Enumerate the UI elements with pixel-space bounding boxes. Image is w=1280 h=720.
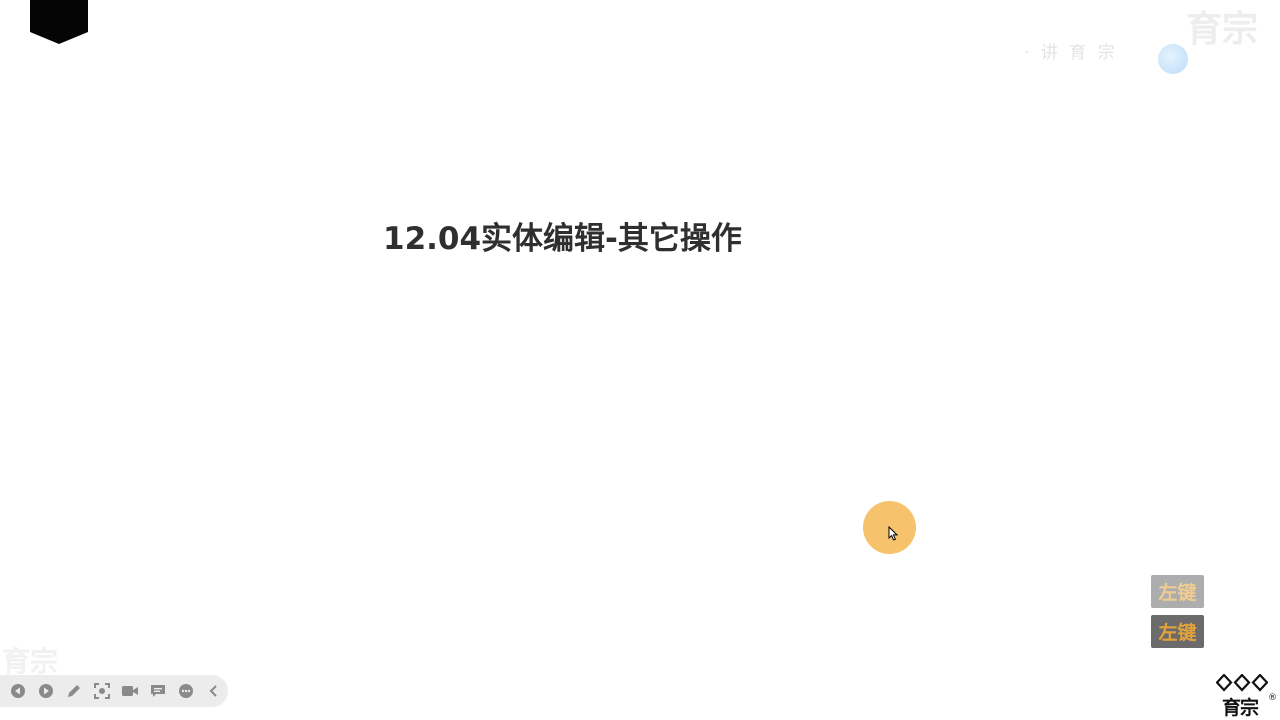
- next-button[interactable]: [32, 677, 60, 705]
- key-indicator-previous: 左键: [1151, 575, 1204, 608]
- previous-icon: [11, 684, 25, 698]
- comment-button[interactable]: [144, 677, 172, 705]
- more-button[interactable]: [172, 677, 200, 705]
- previous-button[interactable]: [4, 677, 32, 705]
- camera-button[interactable]: [116, 677, 144, 705]
- watermark-text: · 讲 育 宗: [1024, 43, 1118, 63]
- camera-icon: [122, 686, 138, 696]
- key-indicator-current: 左键: [1151, 615, 1204, 648]
- watermark-bottom: 育宗: [2, 645, 59, 678]
- more-icon: [179, 684, 193, 698]
- watermark-top: · 讲 育 宗 育宗: [1018, 2, 1258, 76]
- next-icon: [39, 684, 53, 698]
- screenshot-button[interactable]: [88, 677, 116, 705]
- comment-icon: [151, 685, 165, 697]
- diamonds-logo-icon: [1216, 674, 1268, 692]
- registered-mark: ®: [1268, 693, 1277, 703]
- chevron-left-icon: [209, 685, 217, 697]
- collapse-button[interactable]: [200, 677, 228, 705]
- watermark-logo: 育宗: [1185, 9, 1258, 50]
- bookmark-tab-icon: [30, 0, 88, 44]
- presentation-stage: · 讲 育 宗 育宗 12.04实体编辑-其它操作 左键 左键 育宗 育宗 ®: [0, 0, 1280, 720]
- pen-icon: [68, 685, 80, 697]
- pen-button[interactable]: [60, 677, 88, 705]
- brand-text: 育宗: [1222, 697, 1259, 719]
- presentation-toolbar: [0, 675, 228, 707]
- screenshot-icon: [94, 683, 110, 699]
- mouse-pointer-icon: [888, 526, 899, 541]
- watermark-dot-icon: [1158, 44, 1188, 74]
- brand-logo: 育宗 ®: [1216, 674, 1278, 719]
- slide-title: 12.04实体编辑-其它操作: [383, 221, 742, 257]
